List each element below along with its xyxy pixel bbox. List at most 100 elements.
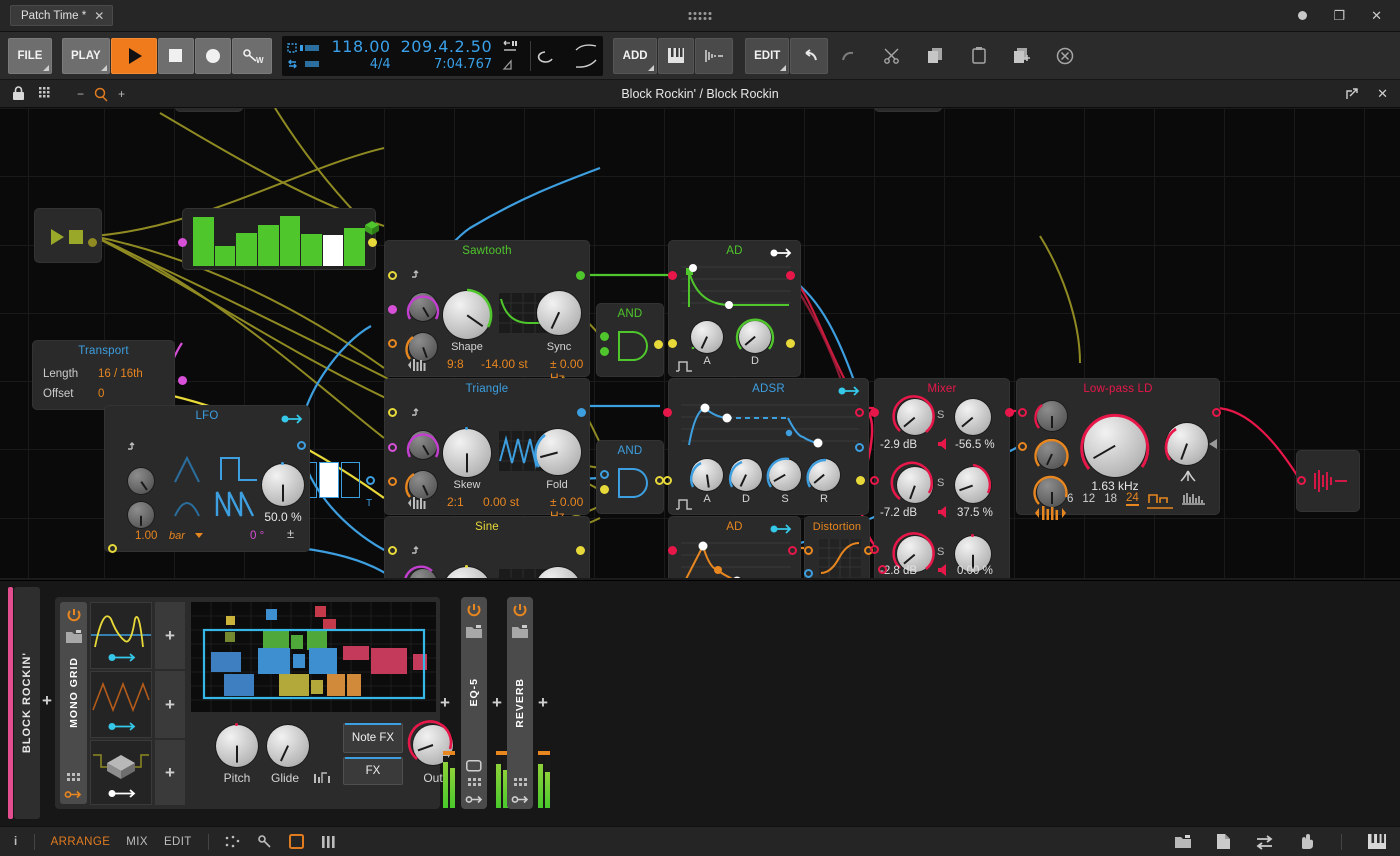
grid-slot-3-add-button[interactable]: + — [155, 740, 185, 805]
adsr-aux-out-port[interactable] — [855, 443, 864, 452]
and-top-in1-port[interactable] — [600, 332, 609, 341]
and-top-in2-port[interactable] — [600, 347, 609, 356]
mixer-ch1-gain-value[interactable]: -2.9 dB — [880, 439, 917, 451]
ad-top-envelope-display[interactable] — [681, 263, 791, 315]
lowpass-keytrack-icon[interactable] — [1033, 505, 1071, 521]
audio-out-port[interactable] — [1297, 476, 1306, 485]
redo-button[interactable] — [829, 38, 871, 74]
grid-slot-2-add-button[interactable]: + — [155, 671, 185, 738]
tab-arrange[interactable]: ARRANGE — [51, 836, 111, 848]
glide-mode-icon[interactable] — [313, 771, 331, 785]
duplicate-button[interactable] — [1001, 38, 1043, 74]
grid-slot-1-mod-icon[interactable] — [108, 653, 136, 662]
mixer-ch3-solo-label[interactable]: S — [937, 546, 944, 558]
add-audio-button[interactable] — [695, 38, 733, 74]
power-icon[interactable] — [67, 608, 81, 622]
green-seq-out-port[interactable] — [368, 238, 377, 247]
triangle-keyboard-icon[interactable] — [407, 495, 429, 511]
grid-slot-1[interactable] — [90, 602, 152, 669]
transport-offset-value[interactable]: 0 — [98, 388, 104, 400]
reverb-preset-folder-icon[interactable] — [512, 625, 528, 638]
lfo-trigger-in-port[interactable] — [108, 544, 117, 553]
sine-trigger-in-port[interactable] — [388, 546, 397, 555]
lowpass-cutoff-in-port[interactable] — [1018, 442, 1027, 451]
and-mid-in1-port[interactable] — [600, 470, 609, 479]
green-step[interactable] — [344, 228, 365, 266]
maximize-icon[interactable]: ❐ — [1333, 9, 1345, 22]
mixer-ch1-pan-knob[interactable] — [955, 399, 991, 435]
green-seq-in-port[interactable] — [178, 238, 187, 247]
tempo-display[interactable]: 118.00 4/4 — [332, 37, 391, 73]
mono-grid-tab[interactable]: MONO GRID — [60, 602, 87, 804]
adsr-modulation-icon[interactable] — [838, 386, 860, 396]
ad-top-modulation-icon[interactable] — [770, 248, 792, 258]
project-tab[interactable]: Patch Time * ✕ — [10, 5, 113, 26]
mixer-panel-toggle-icon[interactable] — [321, 835, 337, 849]
module-green-step-sequencer[interactable] — [182, 208, 376, 270]
module-play-trigger[interactable] — [34, 208, 102, 263]
module-sawtooth[interactable]: Sawtooth Shape Sync 9:8 — [384, 240, 590, 377]
lfo-out-port[interactable] — [297, 441, 306, 450]
project-tab-close-icon[interactable]: ✕ — [94, 10, 104, 22]
grid-slot-2[interactable] — [90, 671, 152, 738]
panel-close-icon[interactable]: ✕ — [1377, 86, 1388, 102]
track-header[interactable]: BLOCK ROCKIN' — [14, 587, 40, 819]
grid-minimap[interactable] — [191, 602, 436, 712]
triangle-ratio-value[interactable]: 2:1 — [447, 495, 464, 509]
fade-out-icon[interactable] — [575, 59, 597, 69]
macro-grid-icon[interactable] — [67, 773, 80, 784]
play-menu-button[interactable]: PLAY — [62, 38, 110, 74]
transport-display[interactable]: 118.00 4/4 209.4.2.50 7:04.767 — [282, 36, 604, 76]
module-offscreen-top-right[interactable] — [874, 108, 942, 112]
reverb-macro-grid-icon[interactable] — [514, 778, 527, 789]
lowpass-slope-24[interactable]: 24 — [1126, 492, 1139, 506]
eq5-power-icon[interactable] — [467, 603, 481, 617]
triangle-pitch-value[interactable]: 0.00 st — [483, 495, 519, 509]
sync-icon[interactable] — [288, 59, 322, 69]
sawtooth-out-port[interactable] — [576, 271, 585, 280]
lfo-rate-value[interactable]: 1.00 — [135, 530, 157, 542]
ad-bot-trigger-in-port[interactable] — [668, 546, 677, 555]
lowpass-in-port[interactable] — [1018, 408, 1027, 417]
add-button[interactable]: ADD — [613, 38, 657, 74]
lowpass-cutoff-value[interactable]: 1.63 kHz — [1077, 479, 1153, 493]
preset-folder-icon[interactable] — [66, 630, 82, 643]
mixer-ch3-pan-value[interactable]: 0.00 % — [957, 565, 993, 577]
play-out-port[interactable] — [88, 238, 97, 247]
position-display[interactable]: 209.4.2.50 7:04.767 — [401, 37, 493, 73]
close-icon[interactable]: ✕ — [1371, 9, 1382, 22]
module-offscreen-top-left[interactable] — [175, 108, 243, 112]
window-drag-handle-icon[interactable] — [689, 12, 712, 20]
adsr-mod-in-port[interactable] — [663, 476, 672, 485]
fade-in-icon[interactable] — [575, 43, 597, 53]
green-step[interactable] — [258, 225, 279, 266]
adsr-gate-mode-icon[interactable] — [675, 497, 695, 513]
lfo-rate-unit[interactable]: bar — [169, 530, 185, 542]
grid-slot-2-mod-icon[interactable] — [108, 722, 136, 731]
sine-out-port[interactable] — [576, 546, 585, 555]
file-icon[interactable] — [1217, 834, 1230, 849]
module-lowpass[interactable]: Low-pass LD 1.63 kHz 6121824 — [1016, 378, 1220, 515]
triangle-out-port[interactable] — [577, 408, 586, 417]
sine-skew-knob[interactable] — [443, 567, 491, 578]
green-step[interactable] — [236, 233, 257, 266]
fx-button[interactable]: FX — [343, 757, 403, 785]
module-triangle[interactable]: Triangle Skew Fold 2:1 — [384, 378, 590, 515]
mono-grid-output-icon[interactable] — [65, 790, 82, 799]
adsr-envelope-display[interactable] — [681, 401, 859, 453]
ad-bot-modulation-icon[interactable] — [770, 524, 792, 534]
eq5-expand-icon[interactable] — [466, 760, 482, 772]
automation-view-icon[interactable] — [225, 835, 241, 849]
green-step[interactable] — [323, 235, 344, 266]
sawtooth-ratio-value[interactable]: 9:8 — [447, 357, 464, 371]
reverb-output-icon[interactable] — [512, 795, 529, 804]
mixer-in1-port[interactable] — [870, 408, 879, 417]
add-instrument-button[interactable] — [658, 38, 694, 74]
tab-edit[interactable]: EDIT — [164, 836, 192, 848]
lfo-modulation-icon[interactable] — [281, 414, 303, 424]
ad-top-mod-in-port[interactable] — [668, 339, 677, 348]
lfo-amount-knob[interactable] — [262, 464, 304, 506]
mixer-sidechain-port[interactable] — [878, 565, 887, 574]
lfo-waveform-shapes[interactable] — [173, 454, 259, 522]
ad-bot-out-port[interactable] — [788, 546, 797, 555]
